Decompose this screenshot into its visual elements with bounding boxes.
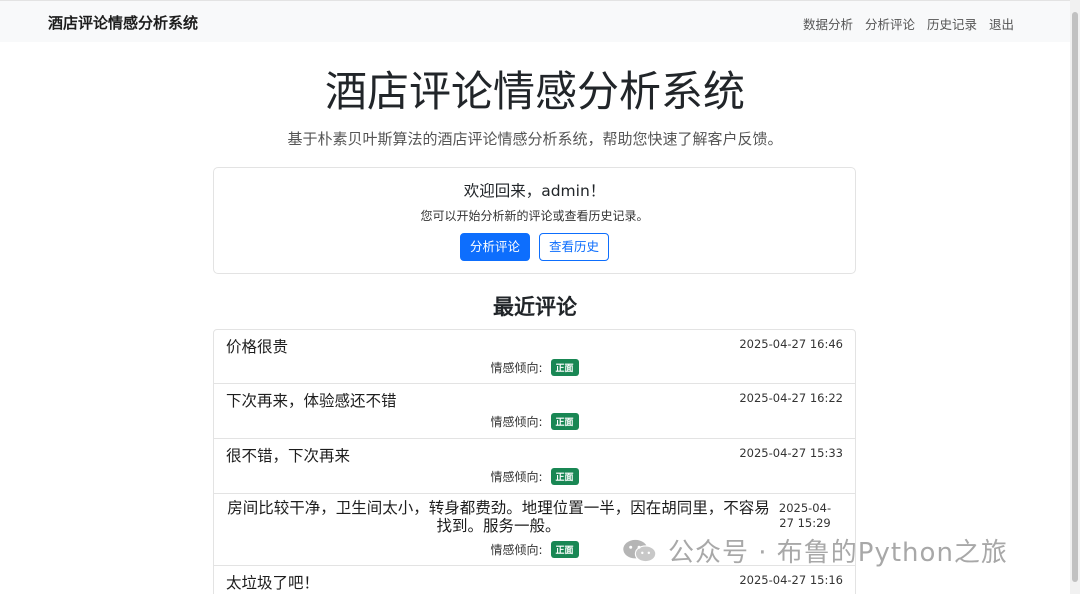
view-history-button[interactable]: 查看历史 [539,233,610,261]
navbar: 酒店评论情感分析系统 数据分析 分析评论 历史记录 退出 [0,0,1070,42]
welcome-card: 欢迎回来，admin！ 您可以开始分析新的评论或查看历史记录。 分析评论 查看历… [213,167,856,274]
nav-links: 数据分析 分析评论 历史记录 退出 [803,14,1014,33]
review-time: 2025-04-27 15:29 [778,501,832,530]
welcome-description: 您可以开始分析新的评论或查看历史记录。 [420,209,649,223]
review-item[interactable]: 太垃圾了吧！ 2025-04-27 15:16 [213,566,856,594]
watermark: 公众号 · 布鲁的Python之旅 [620,532,1008,569]
review-time: 2025-04-27 15:16 [739,573,843,587]
nav-link-analyze-review[interactable]: 分析评论 [865,14,915,33]
wechat-icon [623,539,657,562]
review-text: 很不错，下次再来 [226,447,351,465]
sentiment-label: 情感倾向: [490,470,543,484]
review-sentiment: 情感倾向: 正面 [214,413,855,430]
review-time: 2025-04-27 16:46 [739,337,843,351]
review-sentiment: 情感倾向: 正面 [214,468,855,485]
review-sentiment: 情感倾向: 正面 [214,359,855,376]
page-subtitle: 基于朴素贝叶斯算法的酒店评论情感分析系统，帮助您快速了解客户反馈。 [287,130,783,148]
review-text: 下次再来，体验感还不错 [226,392,397,410]
review-text: 价格很贵 [226,338,289,356]
review-text: 房间比较干净，卫生间太小，转身都费劲。地理位置一半，因在胡同里，不容易找到。服务… [227,499,770,535]
welcome-actions: 分析评论 查看历史 [214,233,855,261]
review-item[interactable]: 价格很贵 2025-04-27 16:46 情感倾向: 正面 [213,329,856,384]
nav-link-data-analysis[interactable]: 数据分析 [803,14,853,33]
sentiment-badge: 正面 [550,413,579,430]
sentiment-badge: 正面 [550,468,579,485]
nav-link-history[interactable]: 历史记录 [927,14,977,33]
watermark-text: 公众号 · 布鲁的Python之旅 [668,538,1008,568]
recent-reviews-title: 最近评论 [493,295,577,319]
review-item[interactable]: 下次再来，体验感还不错 2025-04-27 16:22 情感倾向: 正面 [213,384,856,439]
sentiment-badge: 正面 [550,359,579,376]
page-scrollbar[interactable] [1070,0,1080,594]
sentiment-label: 情感倾向: [490,543,543,557]
sentiment-label: 情感倾向: [490,415,543,429]
welcome-title: 欢迎回来，admin！ [463,182,606,200]
sentiment-label: 情感倾向: [490,361,543,375]
sentiment-badge: 正面 [550,541,579,558]
navbar-brand[interactable]: 酒店评论情感分析系统 [48,12,198,33]
review-text: 太垃圾了吧！ [226,574,320,592]
review-time: 2025-04-27 15:33 [739,446,843,460]
scrollbar-thumb[interactable] [1072,12,1078,582]
analyze-review-button[interactable]: 分析评论 [459,233,530,261]
review-item[interactable]: 很不错，下次再来 2025-04-27 15:33 情感倾向: 正面 [213,439,856,494]
nav-link-logout[interactable]: 退出 [989,14,1014,33]
review-time: 2025-04-27 16:22 [739,391,843,405]
page-title: 酒店评论情感分析系统 [324,67,745,116]
